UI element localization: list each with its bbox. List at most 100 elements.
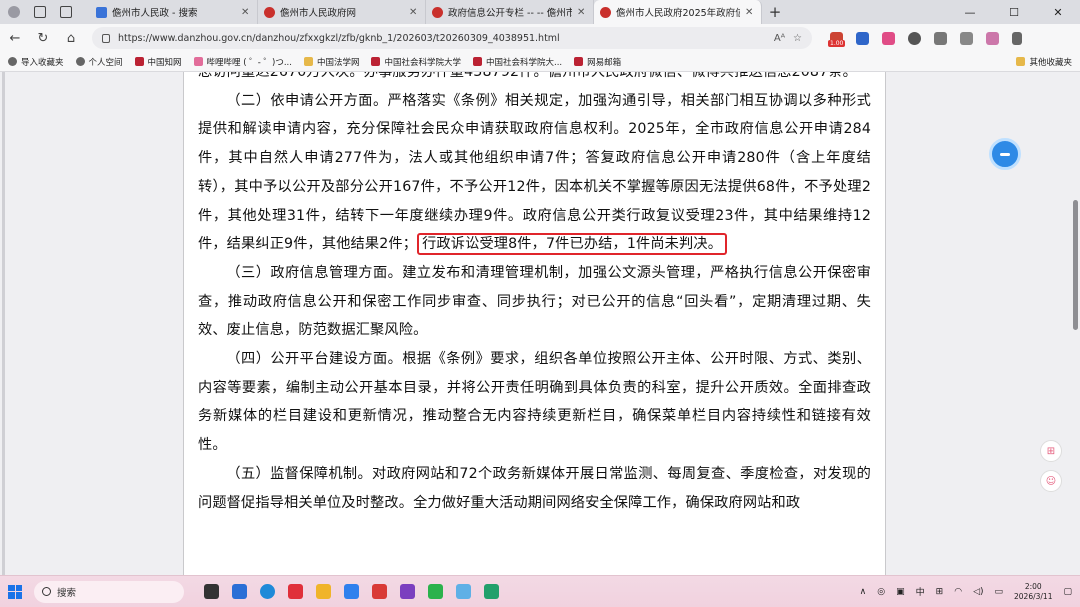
sidebar-edge xyxy=(2,72,5,575)
tab-danzhou-gov[interactable]: 儋州市人民政府网 ✕ xyxy=(258,0,426,24)
bookmark-label: 其他收藏夹 xyxy=(1029,57,1072,68)
ime-indicator[interactable]: 中 xyxy=(916,585,925,598)
bookmark-item[interactable]: 中国法学网 xyxy=(303,56,360,68)
tab-strip: 儋州市人民政 - 搜索 ✕ 儋州市人民政府网 ✕ 政府信息公开专栏 -- -- … xyxy=(0,0,1080,24)
home-icon[interactable]: ⌂ xyxy=(64,31,78,46)
wifi-icon[interactable]: ◠ xyxy=(954,587,962,597)
extension-icon[interactable]: 1.00 xyxy=(828,31,846,47)
refresh-icon[interactable]: ↻ xyxy=(36,31,50,46)
taskbar: 搜索 ∧ ◎ ▣ 中 ⊞ ◠ ◁) ▭ 2:00 2026/3/11 ▢ xyxy=(0,575,1080,607)
extensions-puzzle-icon[interactable] xyxy=(908,31,921,45)
favorite-star-icon[interactable]: ☆ xyxy=(793,33,802,44)
more-menu-icon[interactable] xyxy=(1012,31,1022,45)
paragraph-request-disclosure: （二）依申请公开方面。严格落实《条例》相关规定，加强沟通引导，相关部门相互协调以… xyxy=(198,87,871,259)
taskbar-search[interactable]: 搜索 xyxy=(34,580,184,603)
close-tab-icon[interactable]: ✕ xyxy=(745,7,755,18)
notification-icon[interactable]: ▢ xyxy=(1063,587,1072,597)
maximize-icon[interactable]: ☐ xyxy=(992,6,1036,19)
tab-info-column[interactable]: 政府信息公开专栏 -- -- 儋州市人民政 ✕ xyxy=(426,0,594,24)
mail-icon xyxy=(574,57,584,66)
page-scrollbar[interactable] xyxy=(1070,72,1080,575)
toolbar: ← ↻ ⌂ https://www.danzhou.gov.cn/danzhou… xyxy=(0,24,1080,52)
minimize-icon[interactable]: — xyxy=(948,6,992,19)
system-tray: ∧ ◎ ▣ 中 ⊞ ◠ ◁) ▭ 2:00 2026/3/11 ▢ xyxy=(860,582,1072,602)
extension-icon[interactable] xyxy=(882,31,895,45)
youdao-icon[interactable] xyxy=(288,584,303,599)
extension-badge: 1.00 xyxy=(828,39,846,47)
accessibility-tool-icon[interactable]: ☺ xyxy=(1040,470,1062,492)
clock-time: 2:00 xyxy=(1024,581,1042,591)
battery-icon[interactable]: ▭ xyxy=(995,587,1004,597)
paragraph-supervision: （五）监督保障机制。对政府网站和72个政务新媒体开展日常监测、每周复查、季度检查… xyxy=(198,465,871,511)
bookmark-label: 中国法学网 xyxy=(316,57,360,68)
cnki-icon xyxy=(134,57,144,66)
ime-mode-icon[interactable]: ⊞ xyxy=(936,587,944,597)
collections-icon[interactable] xyxy=(960,31,973,45)
close-tab-icon[interactable]: ✕ xyxy=(577,7,587,18)
profile-icon[interactable] xyxy=(8,6,20,18)
tab-search[interactable]: 儋州市人民政 - 搜索 ✕ xyxy=(90,0,258,24)
bookmark-item[interactable]: 哔哩哔哩 ( ゜- ゜)つ... xyxy=(193,56,292,68)
bookmark-import[interactable]: 导入收藏夹 xyxy=(8,56,64,68)
paragraph-info-management: （三）政府信息管理方面。建立发布和清理管理机制，加强公文源头管理，严格执行信息公… xyxy=(198,264,871,339)
tray-app-icon[interactable]: ◎ xyxy=(877,587,885,597)
emblem-favicon-icon xyxy=(600,6,611,18)
bookmark-item[interactable]: 个人空间 xyxy=(75,56,123,68)
tab-annual-report[interactable]: 儋州市人民政府2025年政府信息公 ✕ xyxy=(594,0,762,24)
floating-assistant-icon[interactable] xyxy=(989,138,1021,170)
bookmark-label: 个人空间 xyxy=(88,57,123,68)
tab-actions-icon[interactable] xyxy=(60,6,72,18)
close-tab-icon[interactable]: ✕ xyxy=(409,7,419,18)
import-icon xyxy=(8,57,17,66)
search-placeholder: 搜索 xyxy=(57,587,77,599)
close-tab-icon[interactable]: ✕ xyxy=(241,7,251,18)
clock[interactable]: 2:00 2026/3/11 xyxy=(1014,582,1052,602)
bookmark-item[interactable]: 中国知网 xyxy=(134,56,182,68)
new-tab-button[interactable]: + xyxy=(762,0,788,24)
copilot-icon[interactable] xyxy=(986,31,999,45)
tab-title: 儋州市人民政 - 搜索 xyxy=(112,8,198,19)
bookmarks-bar: 导入收藏夹 个人空间 中国知网 哔哩哔哩 ( ゜- ゜)つ... 中国法学网 中… xyxy=(0,52,1080,72)
highlighted-litigation-text: 行政诉讼受理8件，7件已办结，1件尚未判决。 xyxy=(417,233,728,256)
onenote-icon[interactable] xyxy=(400,584,415,599)
back-icon[interactable]: ← xyxy=(8,31,22,46)
widgets-icon[interactable] xyxy=(232,584,247,599)
volume-icon[interactable]: ◁) xyxy=(973,587,983,597)
bookmark-label: 中国社会科学院大... xyxy=(486,57,563,68)
edge-icon[interactable] xyxy=(260,584,275,599)
wechat-icon[interactable] xyxy=(428,584,443,599)
start-icon[interactable] xyxy=(8,584,22,599)
bookmark-label: 中国知网 xyxy=(147,57,182,68)
app-icon[interactable] xyxy=(484,584,499,599)
workspaces-icon[interactable] xyxy=(34,6,46,18)
search-icon xyxy=(42,587,51,596)
university-icon xyxy=(371,57,381,66)
bookmark-label: 导入收藏夹 xyxy=(21,57,64,68)
bilibili-icon xyxy=(193,57,203,66)
bookmark-label: 网易邮箱 xyxy=(587,57,622,68)
close-window-icon[interactable]: ✕ xyxy=(1036,6,1080,19)
file-explorer-icon[interactable] xyxy=(316,584,331,599)
bookmark-item[interactable]: 网易邮箱 xyxy=(574,56,621,68)
chevron-up-icon[interactable]: ∧ xyxy=(860,587,867,597)
task-view-icon[interactable] xyxy=(204,584,219,599)
tray-app-icon[interactable]: ▣ xyxy=(896,587,905,597)
app-icon[interactable] xyxy=(456,584,471,599)
scrollbar-thumb[interactable] xyxy=(1073,200,1078,330)
read-aloud-icon[interactable]: Aᴬ xyxy=(774,33,785,44)
wps-icon[interactable] xyxy=(372,584,387,599)
window-controls: — ☐ ✕ xyxy=(948,0,1080,24)
favorites-icon[interactable] xyxy=(934,31,947,45)
tab-strip-controls xyxy=(0,0,90,24)
emblem-favicon-icon xyxy=(432,6,443,18)
todo-icon[interactable] xyxy=(344,584,359,599)
translate-tool-icon[interactable]: ⊞ xyxy=(1040,440,1062,462)
extension-icon[interactable] xyxy=(856,31,869,45)
lock-icon[interactable] xyxy=(102,33,110,43)
tab-title: 儋州市人民政府2025年政府信息公 xyxy=(616,8,740,19)
bookmark-item[interactable]: 中国社会科学院大... xyxy=(473,56,562,68)
bookmark-other-folder[interactable]: 其他收藏夹 xyxy=(1016,56,1072,68)
bookmark-item[interactable]: 中国社会科学院大学 xyxy=(371,56,461,68)
url-text[interactable]: https://www.danzhou.gov.cn/danzhou/zfxxg… xyxy=(118,33,766,44)
address-bar[interactable]: https://www.danzhou.gov.cn/danzhou/zfxxg… xyxy=(92,27,812,49)
